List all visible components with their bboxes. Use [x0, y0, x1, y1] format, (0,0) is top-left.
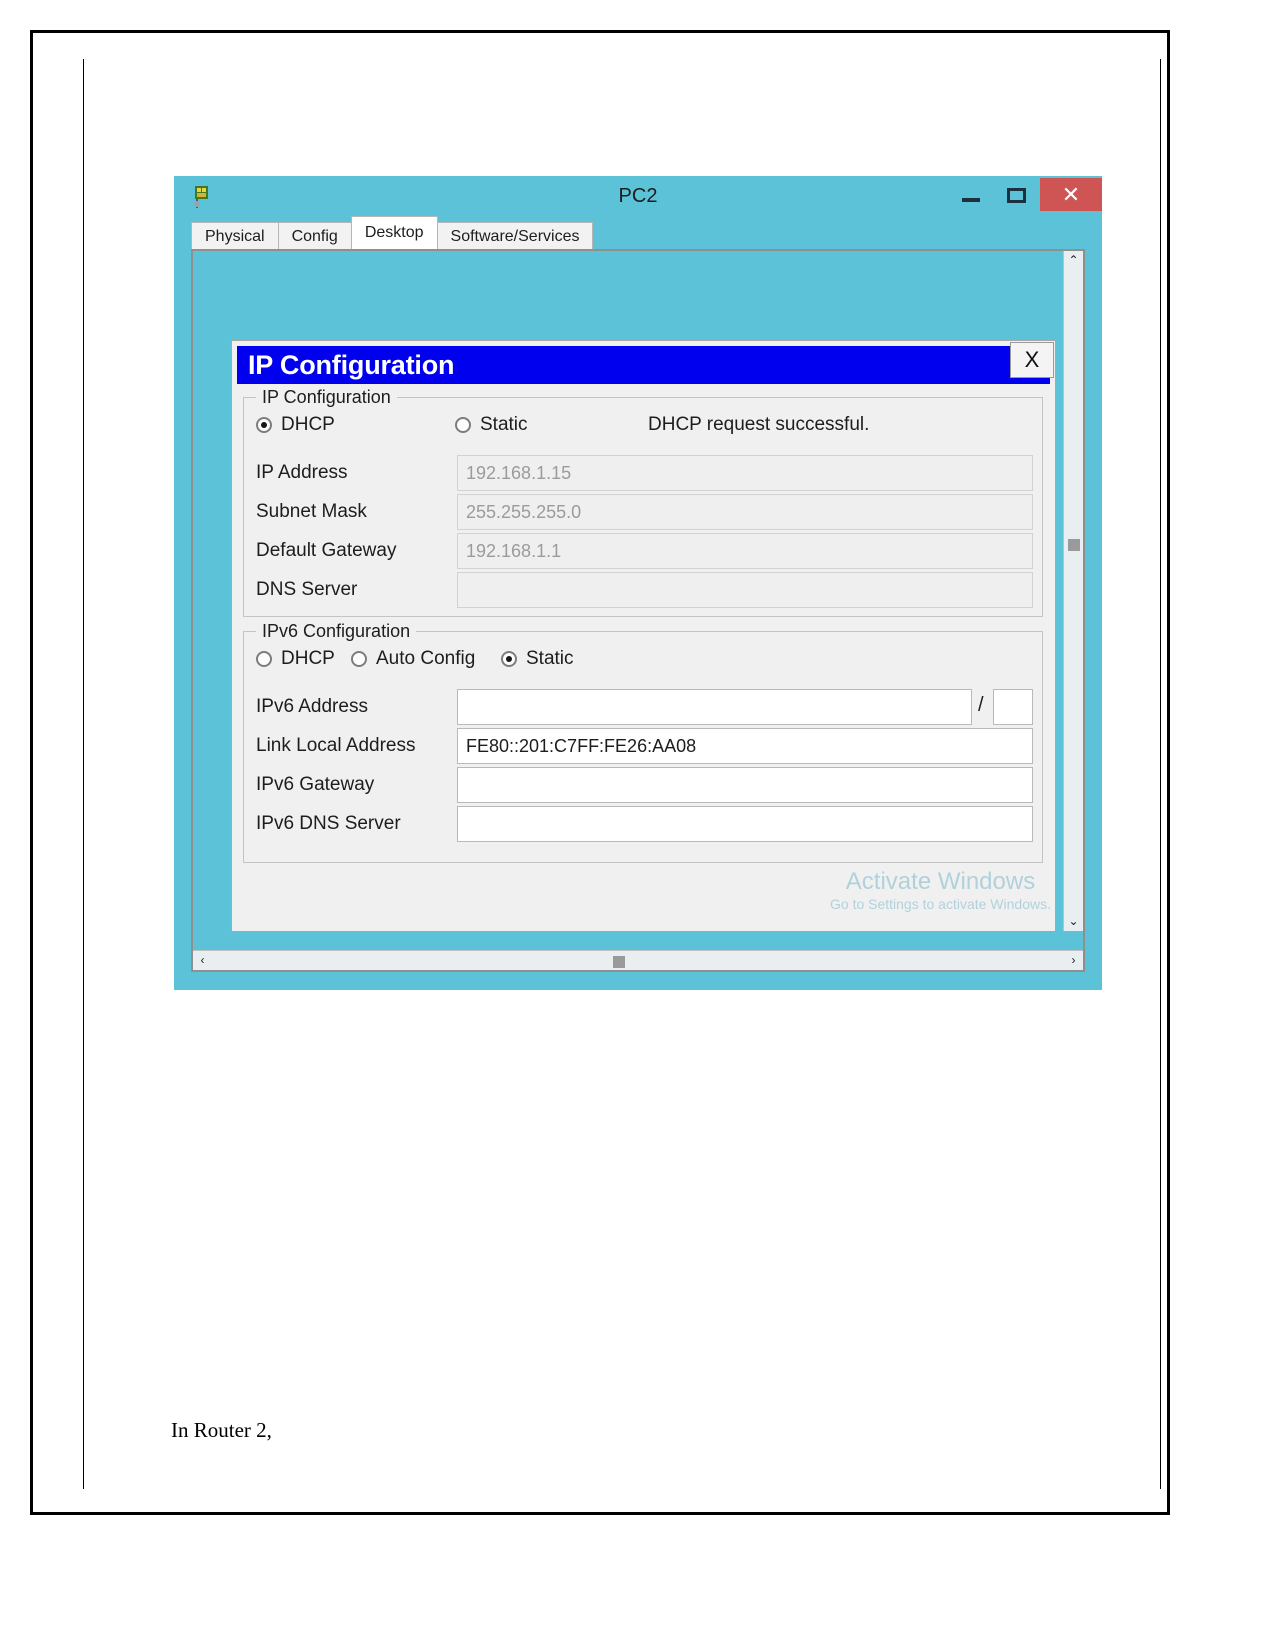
- maximize-icon: [1007, 188, 1026, 203]
- label-ip-address: IP Address: [256, 462, 348, 483]
- radio-dot-icon: [455, 417, 471, 433]
- label-link-local-address: Link Local Address: [256, 735, 416, 756]
- dialog-title: IP Configuration: [248, 350, 455, 380]
- radio-ipv6-static-label: Static: [526, 648, 574, 669]
- scroll-down-icon[interactable]: ⌄: [1064, 912, 1083, 931]
- vertical-scrollbar[interactable]: ⌃ ⌄: [1063, 251, 1083, 931]
- field-row-ipv6-dns-server: IPv6 DNS Server: [244, 806, 1042, 844]
- label-ipv6-gateway: IPv6 Gateway: [256, 774, 375, 795]
- input-ipv6-gateway[interactable]: [457, 767, 1033, 803]
- radio-dot-icon: [256, 651, 272, 667]
- field-row-ipv6-gateway: IPv6 Gateway: [244, 767, 1042, 805]
- ipv6-configuration-group: IPv6 Configuration DHCP Auto Config Stat…: [243, 621, 1043, 863]
- label-ipv6-address: IPv6 Address: [256, 696, 368, 717]
- ipv6-prefix-separator: /: [978, 694, 984, 716]
- label-ipv6-dns-server: IPv6 DNS Server: [256, 813, 401, 834]
- input-link-local-address[interactable]: FE80::201:C7FF:FE26:AA08: [457, 728, 1033, 764]
- horizontal-scrollbar-thumb[interactable]: [613, 956, 625, 968]
- radio-ipv6-dhcp[interactable]: DHCP: [256, 648, 335, 670]
- radio-ipv4-dhcp-label: DHCP: [281, 414, 335, 435]
- field-row-ip-address: IP Address 192.168.1.15: [244, 455, 1042, 493]
- field-row-dns-server: DNS Server: [244, 572, 1042, 610]
- input-ip-address[interactable]: 192.168.1.15: [457, 455, 1033, 491]
- desktop-app-grid: IP Configuration X IP Configuration DHCP: [193, 251, 1067, 931]
- tab-config[interactable]: Config: [277, 222, 352, 249]
- radio-ipv6-dhcp-label: DHCP: [281, 648, 335, 669]
- radio-ipv6-static[interactable]: Static: [501, 648, 574, 670]
- scroll-up-icon[interactable]: ⌃: [1064, 251, 1083, 270]
- input-subnet-mask[interactable]: 255.255.255.0: [457, 494, 1033, 530]
- input-dns-server[interactable]: [457, 572, 1033, 608]
- tab-physical[interactable]: Physical: [191, 222, 279, 249]
- maximize-button[interactable]: [994, 178, 1040, 211]
- horizontal-scrollbar[interactable]: ‹ ›: [193, 950, 1083, 970]
- dialog-title-bar: IP Configuration: [237, 346, 1050, 384]
- field-row-default-gateway: Default Gateway 192.168.1.1: [244, 533, 1042, 571]
- field-row-subnet-mask: Subnet Mask 255.255.255.0: [244, 494, 1042, 532]
- radio-dot-icon: [351, 651, 367, 667]
- close-button[interactable]: ✕: [1040, 178, 1102, 211]
- radio-ipv4-dhcp[interactable]: DHCP: [256, 414, 335, 436]
- ipv4-group-legend: IP Configuration: [256, 387, 397, 408]
- tab-desktop[interactable]: Desktop: [350, 216, 438, 249]
- label-default-gateway: Default Gateway: [256, 540, 397, 561]
- document-caption: In Router 2,: [171, 1418, 272, 1442]
- ipv4-configuration-group: IP Configuration DHCP Static DHCP reques…: [243, 387, 1043, 617]
- radio-ipv4-static[interactable]: Static: [455, 414, 528, 436]
- document-page: PC2 ✕ Physical Config Desktop Software/S…: [30, 30, 1170, 1515]
- input-ipv6-prefix-length[interactable]: [993, 689, 1033, 725]
- dhcp-status-text: DHCP request successful.: [648, 414, 870, 435]
- ip-configuration-dialog: IP Configuration X IP Configuration DHCP: [231, 340, 1056, 931]
- label-subnet-mask: Subnet Mask: [256, 501, 367, 522]
- radio-dot-icon: [501, 651, 517, 667]
- dialog-close-button[interactable]: X: [1010, 342, 1054, 378]
- radio-ipv6-auto-config-label: Auto Config: [376, 648, 476, 669]
- device-tab-bar: Physical Config Desktop Software/Service…: [191, 216, 594, 249]
- radio-ipv4-static-label: Static: [480, 414, 528, 435]
- close-icon: ✕: [1061, 182, 1081, 207]
- scroll-left-icon[interactable]: ‹: [193, 951, 212, 970]
- input-default-gateway[interactable]: 192.168.1.1: [457, 533, 1033, 569]
- field-row-link-local-address: Link Local Address FE80::201:C7FF:FE26:A…: [244, 728, 1042, 766]
- window-title-bar: PC2 ✕: [174, 176, 1102, 217]
- scroll-right-icon[interactable]: ›: [1064, 951, 1083, 970]
- minimize-icon: [962, 198, 980, 202]
- desktop-tab-panel: IP Configuration X IP Configuration DHCP: [191, 249, 1085, 972]
- input-ipv6-address[interactable]: [457, 689, 972, 725]
- radio-ipv6-auto-config[interactable]: Auto Config: [351, 648, 475, 670]
- input-ipv6-dns-server[interactable]: [457, 806, 1033, 842]
- field-row-ipv6-address: IPv6 Address /: [244, 689, 1042, 727]
- packet-tracer-device-window: PC2 ✕ Physical Config Desktop Software/S…: [174, 176, 1102, 990]
- radio-dot-icon: [256, 417, 272, 433]
- label-dns-server: DNS Server: [256, 579, 358, 600]
- minimize-button[interactable]: [948, 178, 994, 211]
- tab-software-services[interactable]: Software/Services: [436, 222, 594, 249]
- ipv6-group-legend: IPv6 Configuration: [256, 621, 417, 642]
- vertical-scrollbar-thumb[interactable]: [1068, 539, 1080, 551]
